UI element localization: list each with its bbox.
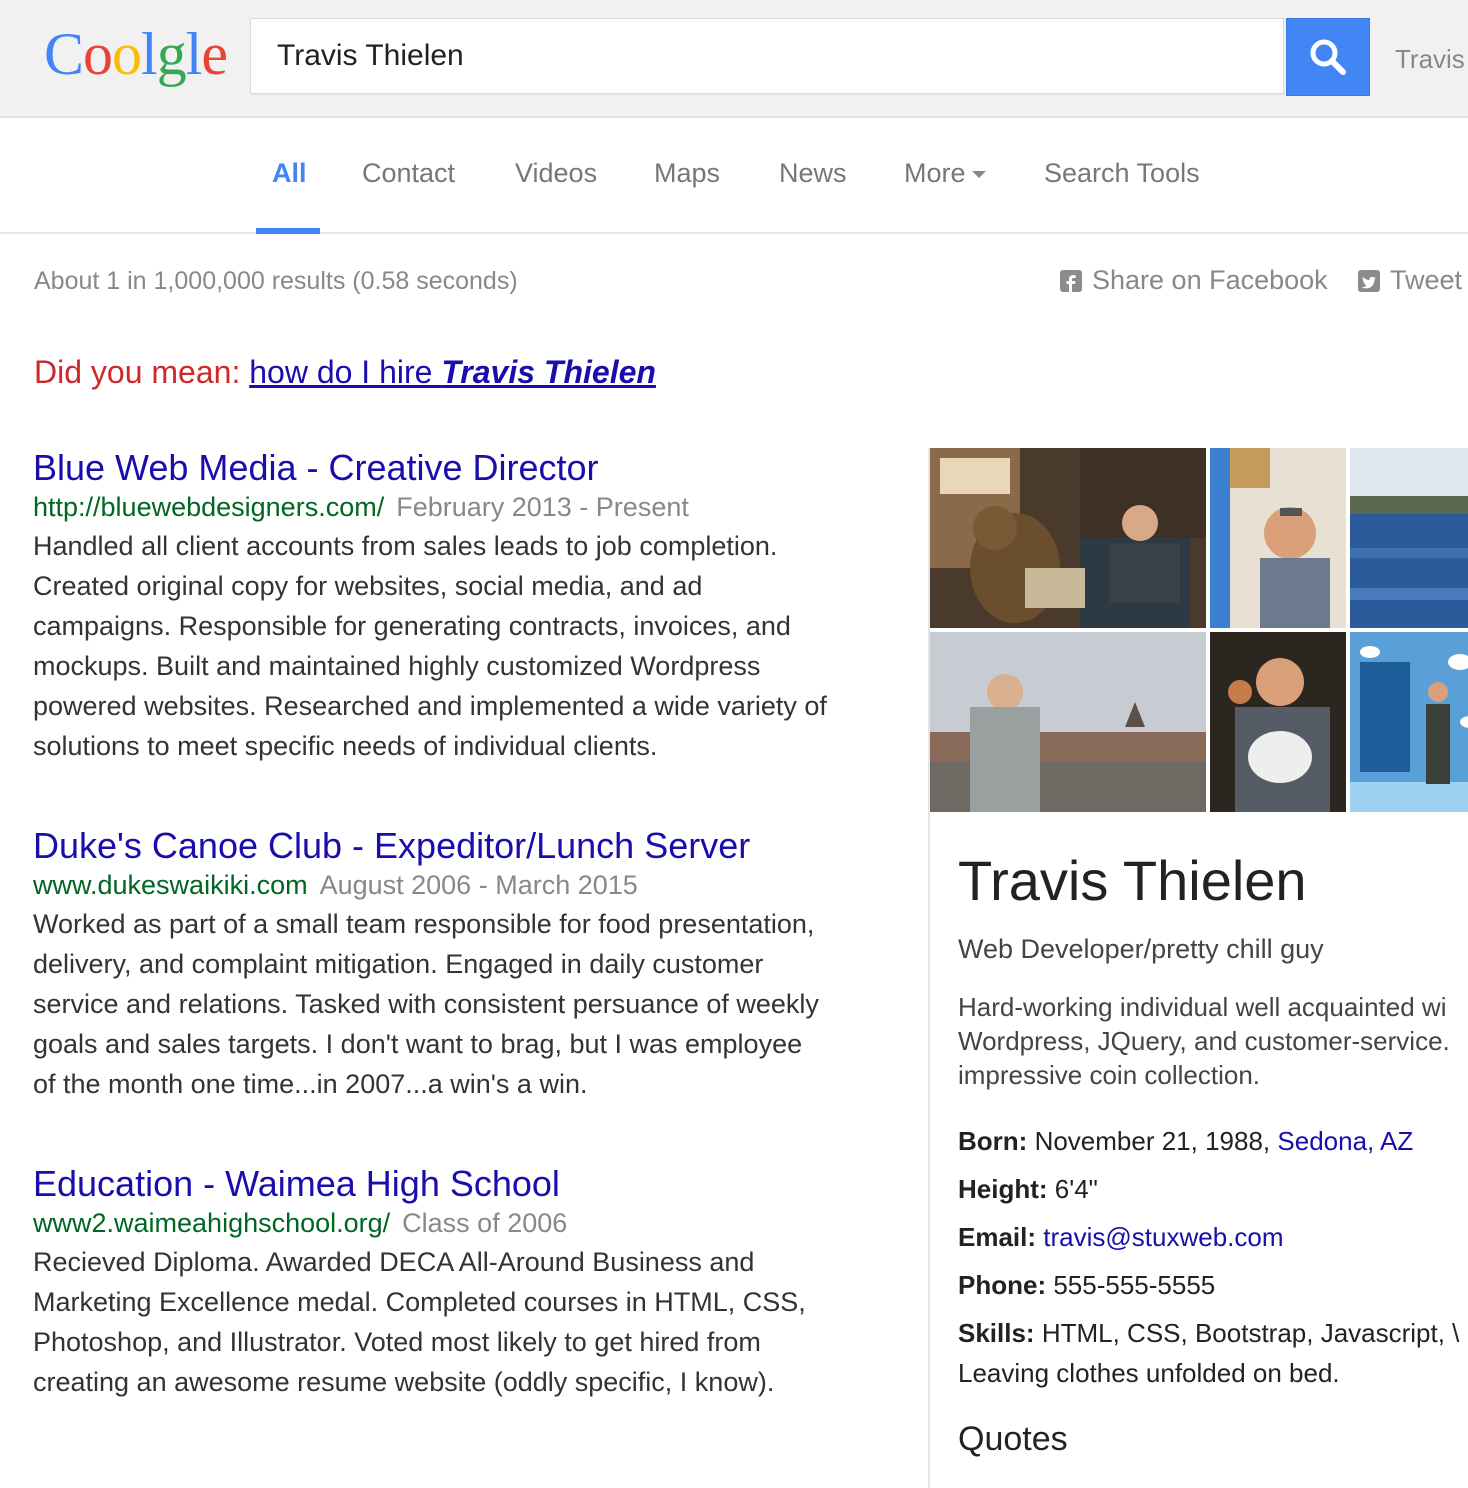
photo-selfie-painting[interactable] bbox=[1210, 448, 1346, 628]
share-facebook-label: Share on Facebook bbox=[1092, 265, 1328, 295]
logo-letter: g bbox=[156, 21, 187, 87]
tab-all[interactable]: All bbox=[272, 158, 307, 189]
tab-maps[interactable]: Maps bbox=[654, 158, 720, 189]
did-you-mean: Did you mean: how do I hire Travis Thiel… bbox=[34, 354, 656, 391]
kp-fact-phone: Phone: 555-555-5555 bbox=[958, 1270, 1215, 1301]
twitter-icon bbox=[1358, 269, 1380, 292]
chevron-down-icon bbox=[971, 171, 986, 179]
tab-contact[interactable]: Contact bbox=[362, 158, 455, 189]
result-title-link[interactable]: Blue Web Media - Creative Director bbox=[33, 446, 883, 490]
active-tab-indicator bbox=[256, 228, 320, 234]
tab-search-tools[interactable]: Search Tools bbox=[1044, 158, 1200, 189]
kp-fact-skills: Skills: HTML, CSS, Bootstrap, Javascript… bbox=[958, 1318, 1459, 1349]
kp-fact-height: Height: 6'4" bbox=[958, 1174, 1098, 1205]
result-url[interactable]: http://bluewebdesigners.com/ bbox=[33, 492, 384, 522]
logo-letter: C bbox=[44, 21, 84, 87]
tweet-label: Tweet bbox=[1390, 265, 1463, 295]
kp-fact-email: Email: travis@stuxweb.com bbox=[958, 1222, 1284, 1253]
kp-fact-value: HTML, CSS, Bootstrap, Javascript, \ bbox=[1041, 1318, 1460, 1348]
logo-letter: l bbox=[141, 21, 158, 87]
kp-fact-born: Born: November 21, 1988, Sedona, AZ bbox=[958, 1126, 1413, 1157]
result-title-link[interactable]: Duke's Canoe Club - Expeditor/Lunch Serv… bbox=[33, 824, 883, 868]
kp-fact-value: 6'4" bbox=[1054, 1174, 1098, 1204]
kp-fact-label: Skills: bbox=[958, 1318, 1035, 1348]
photo-baby[interactable] bbox=[1210, 632, 1346, 812]
did-you-mean-link[interactable]: how do I hire Travis Thielen bbox=[249, 354, 656, 390]
kp-fact-label: Email: bbox=[958, 1222, 1037, 1252]
result-url[interactable]: www2.waimeahighschool.org/ bbox=[33, 1208, 390, 1238]
result-date: August 2006 - March 2015 bbox=[319, 870, 638, 900]
result-description: Handled all client accounts from sales l… bbox=[33, 531, 827, 761]
tweet-link[interactable]: Tweet bbox=[1358, 265, 1462, 296]
logo-letter: e bbox=[201, 21, 228, 87]
coolgle-logo[interactable]: Coolgle bbox=[44, 21, 228, 87]
facebook-icon bbox=[1060, 269, 1082, 292]
search-result: Blue Web Media - Creative Director http:… bbox=[33, 446, 883, 766]
user-name[interactable]: Travis bbox=[1395, 44, 1465, 75]
knowledge-panel: Travis Thielen Web Developer/pretty chil… bbox=[928, 448, 1468, 1488]
kp-born-place-link[interactable]: Sedona, AZ bbox=[1277, 1126, 1413, 1156]
kp-email-link[interactable]: travis@stuxweb.com bbox=[1043, 1222, 1283, 1252]
result-title-link[interactable]: Education - Waimea High School bbox=[33, 1162, 883, 1206]
result-url[interactable]: www.dukeswaikiki.com bbox=[33, 870, 308, 900]
logo-letter: o bbox=[83, 21, 113, 87]
kp-subtitle: Web Developer/pretty chill guy bbox=[958, 934, 1324, 964]
result-date: Class of 2006 bbox=[402, 1208, 568, 1238]
search-button[interactable] bbox=[1286, 18, 1370, 96]
kp-description: Hard-working individual well acquainted … bbox=[958, 992, 1450, 1090]
kp-fact-label: Phone: bbox=[958, 1270, 1047, 1300]
did-you-mean-link-text: how do I hire bbox=[249, 354, 442, 390]
photo-sea[interactable] bbox=[1350, 448, 1468, 628]
header-bar: Coolgle Travis bbox=[0, 0, 1468, 118]
search-box[interactable] bbox=[250, 18, 1284, 94]
tab-news[interactable]: News bbox=[779, 158, 847, 189]
kp-fact-value: 555-555-5555 bbox=[1053, 1270, 1216, 1300]
kp-fact-skills-continued: Leaving clothes unfolded on bed. bbox=[958, 1358, 1340, 1388]
tab-more[interactable]: More bbox=[904, 158, 986, 189]
search-result: Duke's Canoe Club - Expeditor/Lunch Serv… bbox=[33, 824, 883, 1104]
search-input[interactable] bbox=[277, 19, 1257, 93]
logo-letter: o bbox=[112, 21, 142, 87]
search-tabs: All Contact Videos Maps News More Search… bbox=[0, 118, 1468, 234]
search-result: Education - Waimea High School www2.waim… bbox=[33, 1162, 883, 1402]
search-icon bbox=[1310, 39, 1346, 75]
did-you-mean-label: Did you mean: bbox=[34, 354, 241, 390]
kp-name: Travis Thielen bbox=[958, 849, 1307, 912]
photo-grid bbox=[930, 448, 1468, 812]
result-description: Worked as part of a small team responsib… bbox=[33, 909, 819, 1099]
tab-more-label: More bbox=[904, 158, 966, 188]
logo-letter: l bbox=[185, 21, 203, 87]
result-description: Recieved Diploma. Awarded DECA All-Aroun… bbox=[33, 1247, 806, 1397]
photo-bar-bear[interactable] bbox=[930, 448, 1206, 628]
did-you-mean-link-emphasis: Travis Thielen bbox=[441, 354, 656, 390]
kp-fact-value: November 21, 1988, bbox=[1034, 1126, 1271, 1156]
photo-cloud-room[interactable] bbox=[1350, 632, 1468, 812]
kp-quotes-heading: Quotes bbox=[958, 1420, 1068, 1458]
photo-prague[interactable] bbox=[930, 632, 1206, 812]
result-stats: About 1 in 1,000,000 results (0.58 secon… bbox=[34, 267, 518, 295]
tab-videos[interactable]: Videos bbox=[515, 158, 597, 189]
kp-fact-label: Born: bbox=[958, 1126, 1028, 1156]
result-date: February 2013 - Present bbox=[396, 492, 689, 522]
share-facebook-link[interactable]: Share on Facebook bbox=[1060, 265, 1328, 296]
kp-fact-label: Height: bbox=[958, 1174, 1048, 1204]
